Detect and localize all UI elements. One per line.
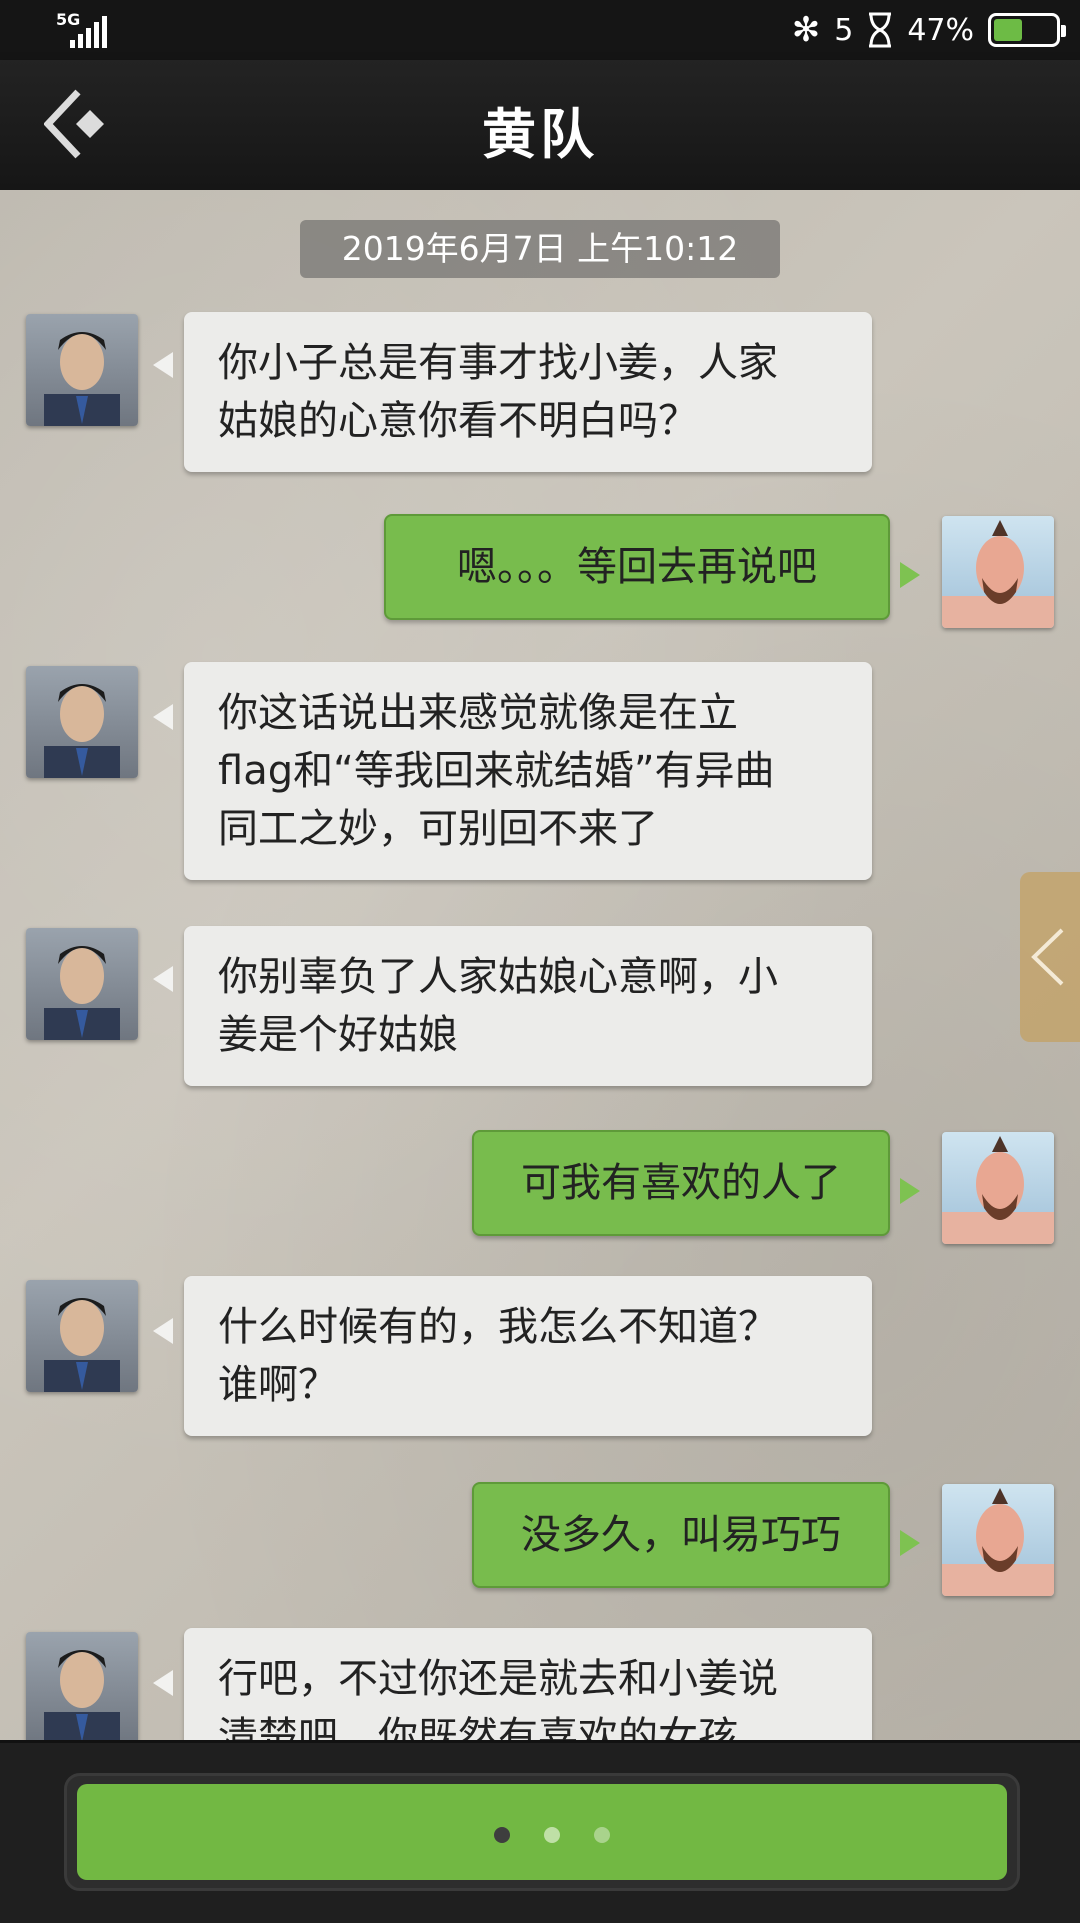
message-line: 姜是个好姑娘: [218, 1012, 458, 1058]
player-avatar[interactable]: [942, 1484, 1054, 1596]
message-line: 谁啊？: [218, 1362, 338, 1408]
officer-avatar[interactable]: [26, 1632, 138, 1740]
notification-count: 5: [834, 12, 854, 48]
incoming-message[interactable]: 你小子总是有事才找小姜，人家 姑娘的心意你看不明白吗？: [184, 312, 872, 472]
message-line: 可我有喜欢的人了: [521, 1160, 841, 1206]
incoming-message[interactable]: 行吧，不过你还是就去和小姜说 清楚吧，你既然有喜欢的女孩: [184, 1628, 872, 1740]
message-line: 嗯。。。等回去再说吧: [457, 544, 817, 590]
outgoing-message[interactable]: 嗯。。。等回去再说吧: [384, 514, 890, 620]
typing-dot: [544, 1827, 560, 1843]
chat-title: 黄队: [482, 103, 598, 166]
incoming-message[interactable]: 你这话说出来感觉就像是在立 flag和“等我回来就结婚”有异曲 同工之妙，可别回…: [184, 662, 872, 880]
message-line: 同工之妙，可别回不来了: [218, 806, 658, 852]
officer-avatar[interactable]: [26, 928, 138, 1040]
network-label: 5G: [56, 10, 81, 29]
chat-header: 黄队: [0, 60, 1080, 192]
officer-avatar[interactable]: [26, 1280, 138, 1392]
battery-level: [994, 19, 1022, 41]
message-line: 你小子总是有事才找小姜，人家: [218, 340, 778, 386]
message-line: 清楚吧，你既然有喜欢的女孩: [218, 1714, 738, 1740]
bottom-bar: [0, 1740, 1080, 1923]
chat-area[interactable]: 2019年6月7日 上午10:12 你小子总是有事才找小姜，人家 姑娘的心意你看…: [0, 190, 1080, 1740]
message-line: 姑娘的心意你看不明白吗？: [218, 398, 698, 444]
bluetooth-icon: ✻: [791, 10, 821, 50]
typing-dot: [494, 1827, 510, 1843]
outgoing-message[interactable]: 没多久，叫易巧巧: [472, 1482, 890, 1588]
bubble-tail: [900, 1178, 920, 1204]
bubble-tail: [153, 1670, 173, 1696]
message-line: flag和“等我回来就结婚”有异曲: [218, 748, 775, 794]
reply-frame: [64, 1773, 1020, 1891]
message-line: 没多久，叫易巧巧: [521, 1512, 841, 1558]
incoming-message[interactable]: 你别辜负了人家姑娘心意啊，小 姜是个好姑娘: [184, 926, 872, 1086]
bubble-tail: [153, 1318, 173, 1344]
player-avatar[interactable]: [942, 516, 1054, 628]
hourglass-icon: [867, 12, 893, 48]
battery-icon: [988, 13, 1066, 47]
bubble-tail: [900, 562, 920, 588]
chevron-left-icon: [1031, 928, 1064, 986]
message-line: 什么时候有的，我怎么不知道？: [218, 1304, 778, 1350]
signal-icon: 5G: [56, 10, 116, 48]
message-line: 你这话说出来感觉就像是在立: [218, 690, 738, 736]
outgoing-message[interactable]: 可我有喜欢的人了: [472, 1130, 890, 1236]
message-line: 你别辜负了人家姑娘心意啊，小: [218, 954, 778, 1000]
bubble-tail: [153, 704, 173, 730]
reply-button[interactable]: [77, 1784, 1007, 1880]
officer-avatar[interactable]: [26, 314, 138, 426]
message-line: 行吧，不过你还是就去和小姜说: [218, 1656, 778, 1702]
side-drawer-tab[interactable]: [1020, 872, 1080, 1042]
bubble-tail: [900, 1530, 920, 1556]
officer-avatar[interactable]: [26, 666, 138, 778]
bubble-tail: [153, 966, 173, 992]
incoming-message[interactable]: 什么时候有的，我怎么不知道？ 谁啊？: [184, 1276, 872, 1436]
status-bar: 5G ✻ 5 47%: [0, 0, 1080, 60]
message-timestamp: 2019年6月7日 上午10:12: [300, 220, 780, 278]
bubble-tail: [153, 352, 173, 378]
typing-dot: [594, 1827, 610, 1843]
player-avatar[interactable]: [942, 1132, 1054, 1244]
battery-percent: 47%: [907, 12, 974, 48]
